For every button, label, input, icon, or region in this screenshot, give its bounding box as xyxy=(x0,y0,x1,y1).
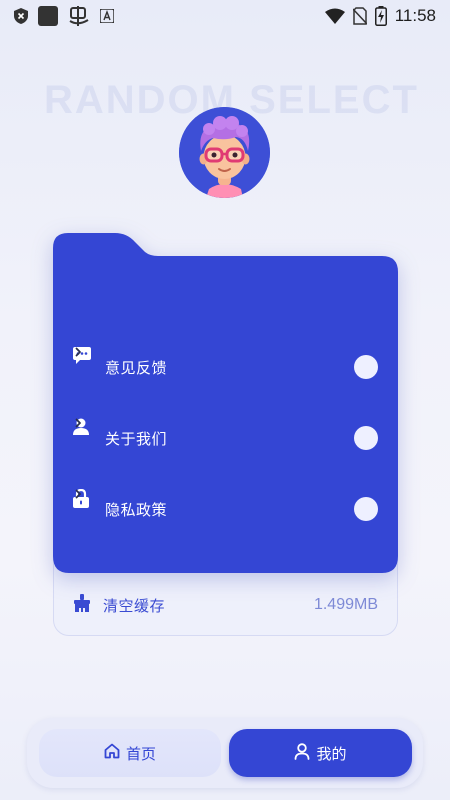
status-left-icons xyxy=(14,6,114,26)
square-app-icon xyxy=(38,6,58,26)
text-a-icon xyxy=(100,9,114,23)
nav-mine-label: 我的 xyxy=(316,744,347,763)
chevron-right-icon xyxy=(75,489,378,521)
chat-bubble-icon xyxy=(73,347,93,377)
broom-icon xyxy=(73,594,91,616)
user-outline-icon xyxy=(294,742,310,764)
status-time: 11:58 xyxy=(394,6,436,25)
battery-charging-icon xyxy=(374,6,387,26)
bottom-nav-bar: 首页 我的 xyxy=(27,718,423,788)
privacy-policy-label: 隐私政策 xyxy=(105,500,168,519)
feedback-menu-item[interactable]: 意见反馈 xyxy=(73,347,378,387)
home-icon xyxy=(104,743,120,763)
clear-cache-label: 清空缓存 xyxy=(103,596,166,615)
nav-mine-tab[interactable]: 我的 xyxy=(229,729,412,777)
avatar-character-icon xyxy=(179,107,270,198)
no-sim-icon xyxy=(352,7,367,25)
chevron-right-icon xyxy=(75,418,378,450)
status-bar: 11:58 xyxy=(0,0,450,32)
about-us-menu-item[interactable]: 关于我们 xyxy=(73,418,378,458)
about-us-label: 关于我们 xyxy=(105,429,168,448)
wifi-icon xyxy=(324,8,345,24)
privacy-policy-menu-item[interactable]: 隐私政策 xyxy=(73,489,378,529)
nav-home-tab[interactable]: 首页 xyxy=(39,729,221,777)
avatar[interactable] xyxy=(179,107,270,198)
status-right-icons: 11:58 xyxy=(324,6,436,26)
clear-cache-row[interactable]: 清空缓存 1.499MB xyxy=(73,590,378,620)
user-icon xyxy=(73,418,93,448)
shield-x-icon xyxy=(14,8,28,24)
nav-home-label: 首页 xyxy=(125,744,156,763)
cache-size-value: 1.499MB xyxy=(313,596,378,613)
bug-app-icon xyxy=(68,6,90,26)
feedback-label: 意见反馈 xyxy=(105,358,168,377)
chevron-right-icon xyxy=(75,347,378,379)
menu-folder-card: 意见反馈 关于我们 隐私政策 xyxy=(53,230,398,575)
lock-icon xyxy=(73,489,93,519)
